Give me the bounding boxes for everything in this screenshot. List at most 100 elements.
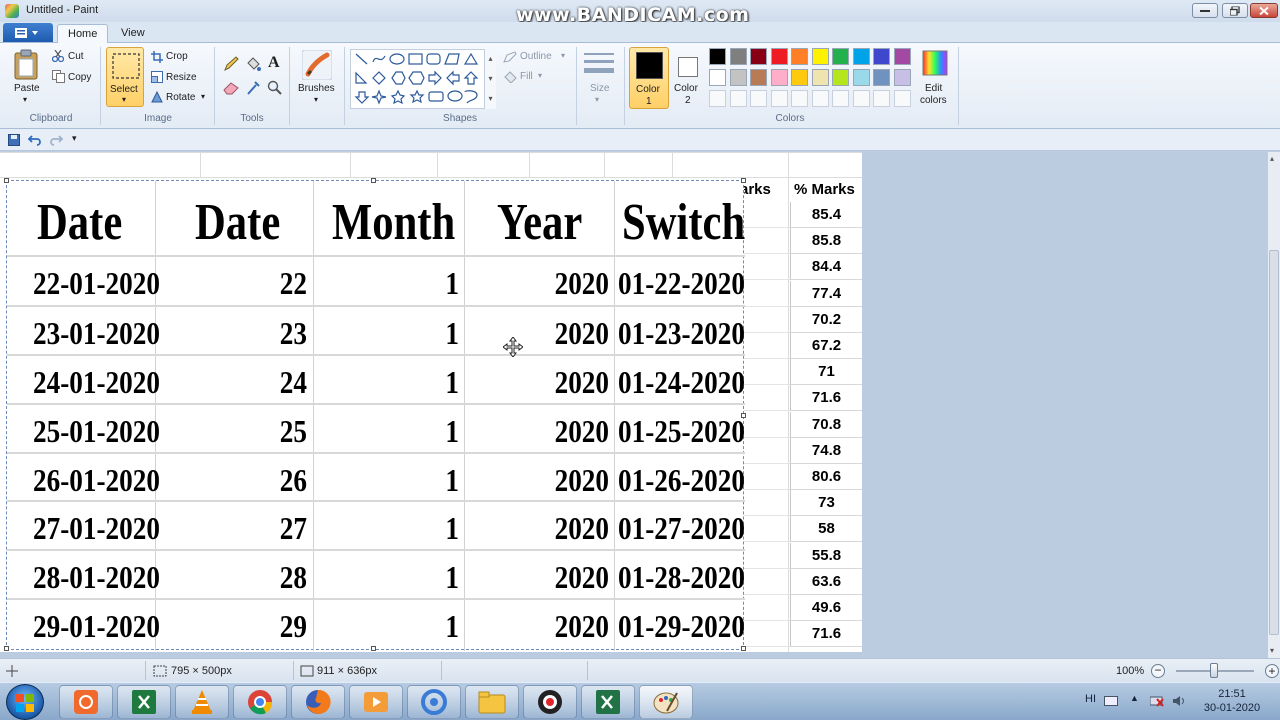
- zoom-slider-thumb[interactable]: [1210, 663, 1218, 678]
- palette-color-swatch[interactable]: [791, 48, 808, 65]
- palette-custom-swatch[interactable]: [811, 90, 829, 107]
- language-indicator[interactable]: HI: [1085, 693, 1096, 705]
- system-clock[interactable]: 21:51 30-01-2020: [1200, 687, 1264, 715]
- customize-qat-icon[interactable]: ▾: [72, 133, 77, 144]
- palette-custom-swatch[interactable]: [729, 90, 747, 107]
- palette-color-swatch[interactable]: [893, 69, 911, 86]
- cut-button[interactable]: Cut: [68, 51, 84, 62]
- show-hidden-icons[interactable]: ▲: [1130, 693, 1139, 703]
- vertical-scrollbar[interactable]: ▴ ▾: [1268, 152, 1280, 658]
- taskbar-app-bandicam[interactable]: [523, 685, 577, 719]
- palette-color-swatch[interactable]: [729, 69, 747, 86]
- palette-color-swatch[interactable]: [873, 69, 890, 86]
- palette-custom-swatch[interactable]: [852, 90, 870, 107]
- resize-handle[interactable]: [741, 413, 746, 418]
- resize-button[interactable]: Resize: [166, 72, 197, 83]
- palette-color-swatch[interactable]: [709, 48, 726, 65]
- palette-color-swatch[interactable]: [832, 69, 849, 86]
- color1-button[interactable]: Color 1: [629, 47, 669, 109]
- save-icon[interactable]: [8, 134, 20, 146]
- taskbar-app-paint[interactable]: [639, 685, 693, 719]
- taskbar-app-media-player[interactable]: [349, 685, 403, 719]
- paste-dropdown-icon[interactable]: ▾: [23, 95, 27, 104]
- start-button[interactable]: [6, 684, 44, 720]
- palette-custom-swatch[interactable]: [873, 90, 890, 107]
- scroll-down-icon[interactable]: ▾: [1270, 646, 1274, 655]
- color2-button[interactable]: Color 2: [672, 47, 704, 109]
- tab-home[interactable]: Home: [57, 24, 109, 44]
- redo-icon[interactable]: [49, 134, 63, 146]
- palette-custom-swatch[interactable]: [893, 90, 911, 107]
- resize-handle[interactable]: [371, 646, 376, 651]
- minimize-button[interactable]: [1192, 3, 1218, 18]
- rotate-dropdown-icon[interactable]: ▾: [201, 92, 205, 101]
- palette-custom-swatch[interactable]: [832, 90, 849, 107]
- palette-color-swatch[interactable]: [709, 69, 726, 86]
- palette-color-swatch[interactable]: [729, 48, 747, 65]
- palette-custom-swatch[interactable]: [791, 90, 808, 107]
- taskbar-app-explorer[interactable]: [465, 685, 519, 719]
- eraser-icon[interactable]: [223, 81, 239, 95]
- outline-button[interactable]: Outline: [520, 51, 552, 62]
- edit-colors-button[interactable]: Edit colors: [920, 47, 950, 109]
- resize-handle[interactable]: [4, 178, 9, 183]
- keyboard-icon[interactable]: [1104, 696, 1118, 706]
- taskbar-app-browser[interactable]: [407, 685, 461, 719]
- palette-color-swatch[interactable]: [832, 48, 849, 65]
- paint-app-icon[interactable]: [5, 4, 19, 18]
- copy-button[interactable]: Copy: [68, 72, 91, 83]
- palette-color-swatch[interactable]: [770, 69, 788, 86]
- taskbar-app-vlc[interactable]: [175, 685, 229, 719]
- palette-custom-swatch[interactable]: [750, 90, 767, 107]
- rotate-button[interactable]: Rotate: [166, 92, 195, 103]
- tab-view[interactable]: View: [111, 24, 155, 44]
- palette-color-swatch[interactable]: [852, 69, 870, 86]
- pencil-icon[interactable]: [223, 56, 239, 72]
- palette-custom-swatch[interactable]: [709, 90, 726, 107]
- network-icon[interactable]: [1150, 695, 1164, 707]
- scrollbar-thumb[interactable]: [1269, 250, 1279, 635]
- ribbon-separator: [344, 47, 345, 125]
- resize-handle[interactable]: [371, 178, 376, 183]
- taskbar-app-firefox[interactable]: [291, 685, 345, 719]
- crop-button[interactable]: Crop: [166, 51, 188, 62]
- resize-handle[interactable]: [741, 178, 746, 183]
- select-button[interactable]: Select ▾: [106, 47, 144, 107]
- palette-color-swatch[interactable]: [811, 69, 829, 86]
- fill-button[interactable]: Fill: [520, 71, 533, 82]
- shapes-scroll-button[interactable]: ▴ ▾ ▾: [484, 49, 496, 109]
- resize-handle[interactable]: [741, 646, 746, 651]
- palette-color-swatch[interactable]: [852, 48, 870, 65]
- color-picker-icon[interactable]: [245, 80, 261, 96]
- taskbar-app-excel[interactable]: [581, 685, 635, 719]
- palette-color-swatch[interactable]: [893, 48, 911, 65]
- table-cell: 29-01-2020: [33, 608, 160, 644]
- maximize-button[interactable]: [1222, 3, 1248, 18]
- undo-icon[interactable]: [28, 134, 42, 146]
- canvas[interactable]: arks % Marks 85.4 85.8 84.4 77.4 70.2 67.2 71 7…: [0, 152, 862, 652]
- paste-button[interactable]: Paste: [14, 83, 40, 94]
- taskbar-app-chrome[interactable]: [233, 685, 287, 719]
- resize-handle[interactable]: [4, 646, 9, 651]
- paste-icon[interactable]: [14, 49, 40, 81]
- taskbar-app-screen-recorder[interactable]: [59, 685, 113, 719]
- close-button[interactable]: [1250, 3, 1278, 18]
- palette-custom-swatch[interactable]: [770, 90, 788, 107]
- paint-menu-button[interactable]: [3, 23, 53, 42]
- scroll-up-icon[interactable]: ▴: [1270, 154, 1274, 163]
- palette-color-swatch[interactable]: [770, 48, 788, 65]
- palette-color-swatch[interactable]: [791, 69, 808, 86]
- zoom-in-button[interactable]: +: [1265, 664, 1279, 678]
- taskbar-app-excel-viewer[interactable]: [117, 685, 171, 719]
- volume-icon[interactable]: [1172, 695, 1186, 707]
- pasted-selection[interactable]: Date Date Month Year Switch 22-01-2020 22…: [4, 178, 746, 651]
- palette-color-swatch[interactable]: [750, 69, 767, 86]
- palette-color-swatch[interactable]: [873, 48, 890, 65]
- zoom-out-button[interactable]: −: [1151, 664, 1165, 678]
- palette-color-swatch[interactable]: [750, 48, 767, 65]
- shapes-gallery[interactable]: [350, 49, 496, 109]
- palette-color-swatch[interactable]: [811, 48, 829, 65]
- fill-bucket-icon[interactable]: [245, 56, 261, 72]
- text-tool-icon[interactable]: A: [268, 54, 280, 72]
- magnifier-icon[interactable]: [267, 80, 283, 96]
